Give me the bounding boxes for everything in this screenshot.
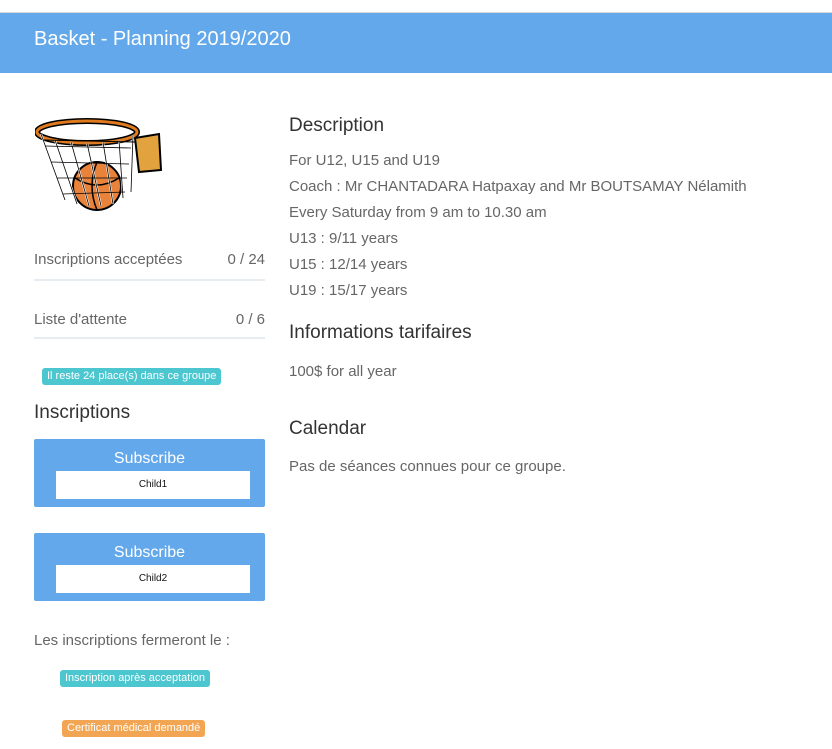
page-header: Basket - Planning 2019/2020: [0, 13, 832, 73]
closing-date-text: Les inscriptions fermeront le :: [34, 632, 230, 649]
child-name: Child1: [56, 471, 250, 499]
calendar-text: Pas de séances connues pour ce groupe.: [289, 458, 566, 475]
stat-waitlist-value: 0 / 6: [235, 311, 265, 328]
description-line: U13 : 9/11 years: [289, 230, 398, 247]
medical-certificate-badge: Certificat médical demandé: [62, 720, 206, 737]
page-title: Basket - Planning 2019/2020: [34, 28, 291, 50]
acceptance-badge: Inscription après acceptation: [60, 670, 211, 687]
window-top-border: [0, 0, 832, 13]
calendar-title: Calendar: [289, 418, 367, 439]
description-title: Description: [289, 115, 385, 136]
stat-waitlist: Liste d'attente 0 / 6: [34, 311, 265, 328]
stat-accepted-label: Inscriptions acceptées: [34, 251, 183, 268]
description-line: U15 : 12/14 years: [289, 256, 408, 273]
description-line: For U12, U15 and U19: [289, 152, 440, 169]
basketball-hoop-icon: [34, 112, 163, 216]
description-line: U19 : 15/17 years: [289, 282, 408, 299]
divider: [34, 279, 265, 281]
subscribe-button-child2[interactable]: Subscribe Child2: [34, 533, 265, 601]
divider: [34, 337, 265, 339]
child-name: Child2: [56, 565, 250, 593]
description-line: Coach : Mr CHANTADARA Hatpaxay and Mr BO…: [289, 178, 747, 195]
pricing-text: 100$ for all year: [289, 363, 397, 380]
inscriptions-title: Inscriptions: [34, 402, 131, 423]
places-remaining-badge: Il reste 24 place(s) dans ce groupe: [42, 368, 222, 385]
pricing-title: Informations tarifaires: [289, 322, 472, 343]
description-body: For U12, U15 and U19 Coach : Mr CHANTADA…: [289, 148, 747, 304]
stat-accepted: Inscriptions acceptées 0 / 24: [34, 251, 265, 268]
subscribe-label: Subscribe: [113, 450, 186, 467]
stat-accepted-value: 0 / 24: [227, 251, 265, 268]
description-line: Every Saturday from 9 am to 10.30 am: [289, 204, 547, 221]
stat-waitlist-label: Liste d'attente: [34, 311, 127, 328]
subscribe-button-child1[interactable]: Subscribe Child1: [34, 439, 265, 507]
subscribe-label: Subscribe: [113, 544, 186, 561]
